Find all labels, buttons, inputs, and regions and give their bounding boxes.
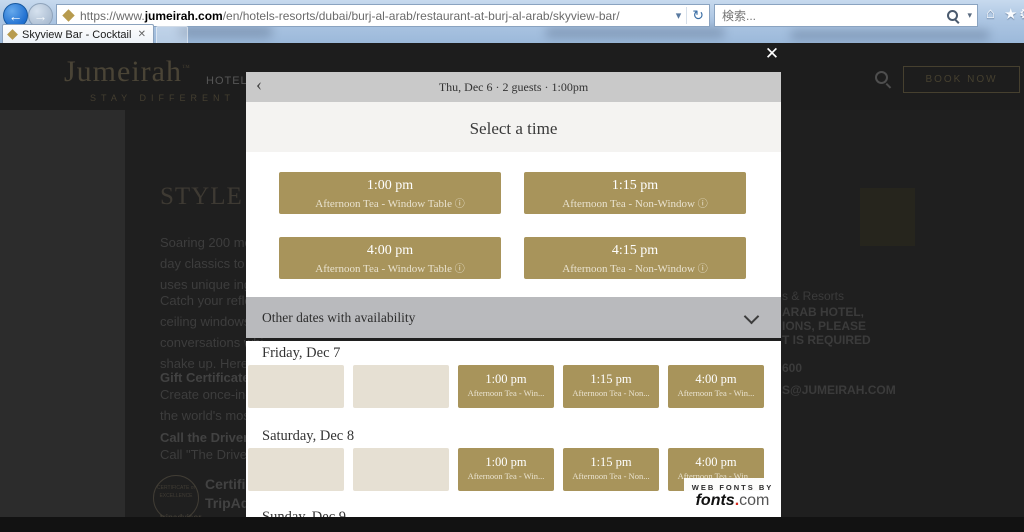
contact-fragment: s & Resorts: [782, 289, 845, 303]
contact-phone-fragment: 600: [782, 361, 803, 375]
slot-time: 4:15 pm: [611, 243, 659, 258]
contact-fragment: ARAB HOTEL, IONS, PLEASE T IS REQUIRED: [782, 305, 871, 347]
tab-title: Skyview Bar - Cocktail ...: [22, 28, 131, 41]
tab-favicon-icon: [7, 29, 18, 40]
time-slot-button[interactable]: 4:15 pm Afternoon Tea - Non-Window ⓘ: [524, 237, 746, 279]
back-arrow-icon: ←: [8, 7, 23, 24]
modal-header: ‹ Thu, Dec 6 · 2 guests · 1:00pm: [246, 72, 781, 102]
empty-slot: [248, 365, 344, 408]
refresh-icon[interactable]: ↻: [686, 7, 709, 24]
select-time-section: Select a time: [246, 102, 781, 152]
chevron-down-icon: [743, 308, 760, 325]
fonts-badge-line1: WEB FONTS BY: [691, 483, 774, 492]
search-icon[interactable]: [946, 9, 960, 23]
time-slot-button[interactable]: 1:15 pm Afternoon Tea - Non...: [563, 365, 659, 408]
time-slot-button[interactable]: 1:15 pm Afternoon Tea - Non...: [563, 448, 659, 491]
slot-time: 1:15 pm: [611, 178, 659, 193]
slot-desc: Afternoon Tea - Window Table ⓘ: [315, 263, 465, 275]
info-icon[interactable]: ⓘ: [698, 199, 708, 210]
glass-blur: [790, 30, 990, 40]
slot-time: 1:00 pm: [366, 178, 414, 193]
day-label: Friday, Dec 7: [262, 345, 341, 361]
modal-close-icon[interactable]: ✕: [762, 44, 782, 64]
home-icon[interactable]: ⌂: [986, 5, 995, 22]
info-icon[interactable]: ⓘ: [455, 199, 465, 210]
glass-blur: [545, 27, 725, 38]
address-bar[interactable]: https://www.jumeirah.com/en/hotels-resor…: [56, 4, 710, 27]
fonts-badge-logo: fonts.com: [695, 492, 770, 509]
url-text: https://www.jumeirah.com/en/hotels-resor…: [80, 8, 620, 23]
tab-close-icon[interactable]: ✕: [131, 29, 153, 40]
jumeirah-favicon-icon: [62, 9, 75, 22]
tools-gear-icon[interactable]: ⚙: [1019, 5, 1024, 23]
contact-email-fragment: S@JUMEIRAH.COM: [782, 383, 896, 397]
page-left-strip: [0, 110, 125, 532]
search-input[interactable]: [715, 8, 947, 23]
empty-slot: [353, 448, 449, 491]
empty-slot: [248, 448, 344, 491]
jumeirah-logo: Jumeirah™: [64, 55, 191, 88]
browser-chrome: ← → https://www.jumeirah.com/en/hotels-r…: [0, 0, 1024, 44]
url-host: jumeirah.com: [144, 8, 223, 23]
jumeirah-tagline: STAY DIFFERENT: [90, 93, 236, 103]
time-slot-button[interactable]: 4:00 pm Afternoon Tea - Window Table ⓘ: [279, 237, 501, 279]
search-box[interactable]: ▾: [714, 4, 978, 27]
slot-desc: Afternoon Tea - Non-Window ⓘ: [562, 198, 708, 210]
page-bottom-strip: [0, 517, 1024, 532]
time-slots-section: 1:00 pm Afternoon Tea - Window Table ⓘ 1…: [246, 152, 781, 297]
autocomplete-dropdown-icon[interactable]: ▾: [671, 9, 687, 22]
slot-desc: Afternoon Tea - Non-Window ⓘ: [562, 263, 708, 275]
site-search-icon[interactable]: [874, 70, 892, 88]
time-slot-button[interactable]: 1:15 pm Afternoon Tea - Non-Window ⓘ: [524, 172, 746, 214]
search-dropdown-icon[interactable]: ▾: [962, 10, 977, 21]
book-now-button[interactable]: BOOK NOW: [903, 66, 1020, 93]
other-dates-label: Other dates with availability: [262, 309, 416, 325]
time-slot-button[interactable]: 1:00 pm Afternoon Tea - Win...: [458, 448, 554, 491]
sidebar-box: [860, 188, 915, 246]
new-tab-button[interactable]: [156, 26, 188, 44]
day-label: Sunday, Dec 9: [262, 509, 347, 517]
time-slot-button[interactable]: 4:00 pm Afternoon Tea - Win...: [668, 365, 764, 408]
modal-title: Select a time: [469, 119, 558, 138]
forward-arrow-icon: →: [33, 7, 48, 24]
booking-modal: ‹ Thu, Dec 6 · 2 guests · 1:00pm Select …: [246, 72, 781, 517]
slot-time: 4:00 pm: [366, 243, 414, 258]
time-slot-button[interactable]: 1:00 pm Afternoon Tea - Win...: [458, 365, 554, 408]
info-icon[interactable]: ⓘ: [455, 264, 465, 275]
empty-slot: [353, 365, 449, 408]
favorites-star-icon[interactable]: ★: [1004, 5, 1017, 23]
info-icon[interactable]: ⓘ: [698, 264, 708, 275]
other-dates-accordion[interactable]: Other dates with availability: [246, 297, 781, 338]
time-slot-button[interactable]: 1:00 pm Afternoon Tea - Window Table ⓘ: [279, 172, 501, 214]
screen: ← → https://www.jumeirah.com/en/hotels-r…: [0, 0, 1024, 532]
booking-summary: Thu, Dec 6 · 2 guests · 1:00pm: [438, 79, 589, 94]
slot-desc: Afternoon Tea - Window Table ⓘ: [315, 198, 465, 210]
day-label: Saturday, Dec 8: [262, 428, 355, 444]
fonts-com-badge[interactable]: WEB FONTS BY fonts.com: [684, 478, 781, 517]
back-chevron-icon[interactable]: ‹: [256, 74, 262, 95]
browser-tab[interactable]: Skyview Bar - Cocktail ... ✕: [2, 24, 154, 44]
